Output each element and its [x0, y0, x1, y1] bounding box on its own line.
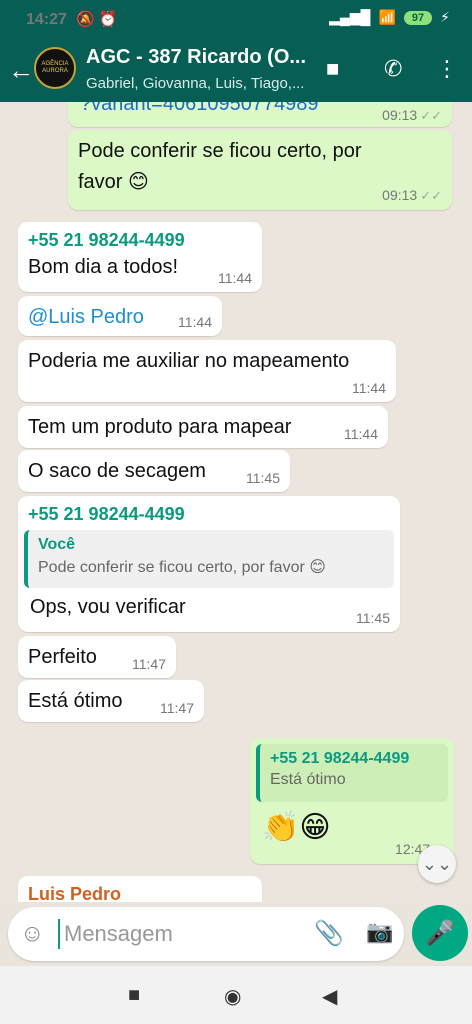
read-ticks-icon: ✓✓: [420, 108, 442, 123]
message-bubble[interactable]: +55 21 98244-4499 Bom dia a todos! 11:44: [18, 222, 262, 292]
quoted-sender: Você: [38, 536, 76, 553]
message-time: 09:13 ✓✓: [382, 187, 442, 203]
status-bar: 14:27 🔕 ⏰ ▂▄▆█ 📶 97 ⚡: [0, 0, 472, 40]
emoji-message: 👏😁: [262, 811, 331, 844]
status-right-icons: ▂▄▆█ 📶 97 ⚡: [329, 9, 450, 26]
signal-icon: ▂▄▆█: [329, 9, 371, 25]
message-text: O saco de secagem: [28, 460, 206, 482]
message-bubble[interactable]: Pode conferir se ficou certo, por favor …: [68, 130, 452, 210]
chevron-down-icon: ⌄⌄: [421, 853, 453, 874]
message-time: 11:45: [356, 610, 390, 626]
message-time: 11:44: [352, 380, 386, 396]
camera-icon[interactable]: 📷: [366, 919, 393, 945]
message-bubble[interactable]: ?variant=40610950774989 09:13 ✓✓: [68, 102, 452, 127]
battery-icon: 97: [403, 10, 433, 25]
avatar-logo-text: AGÊNCIA AURORA: [41, 61, 69, 74]
message-input[interactable]: [58, 919, 298, 949]
attach-icon[interactable]: 📎: [314, 919, 344, 948]
scroll-to-bottom-button[interactable]: ⌄⌄: [418, 845, 456, 883]
sender-name[interactable]: +55 21 98244-4499: [28, 228, 252, 252]
group-avatar[interactable]: AGÊNCIA AURORA: [34, 47, 76, 89]
message-bubble[interactable]: O saco de secagem 11:45: [18, 450, 290, 492]
chat-participants[interactable]: Gabriel, Giovanna, Luis, Tiago,...: [86, 75, 304, 92]
message-composer: ☺ 📎 📷: [8, 907, 404, 961]
sender-name[interactable]: Luis Pedro: [28, 882, 252, 902]
back-button[interactable]: ◀: [322, 984, 337, 1009]
sender-name[interactable]: +55 21 98244-4499: [28, 502, 390, 526]
message-time: 09:13 ✓✓: [382, 107, 442, 123]
message-time: 11:44: [344, 426, 378, 442]
quoted-text: Pode conferir se ficou certo, por favor …: [38, 559, 326, 576]
message-text: Poderia me auxiliar no mapeamento: [28, 350, 350, 372]
message-text: Tem um produto para mapear: [28, 416, 292, 438]
video-call-icon[interactable]: ■: [326, 56, 339, 82]
home-button[interactable]: ◉: [224, 984, 241, 1009]
emoji-icon[interactable]: ☺: [20, 920, 45, 948]
message-time: 11:44: [178, 314, 212, 330]
message-bubble[interactable]: Tem um produto para mapear 11:44: [18, 406, 388, 448]
message-time: 11:47: [132, 656, 166, 672]
message-text: Pode conferir se ficou certo, por favor …: [78, 140, 362, 193]
message-time: 11:45: [246, 470, 280, 486]
message-time: 11:44: [218, 270, 252, 286]
message-time: 11:47: [160, 700, 194, 716]
system-nav-bar: ■ ◉ ◀: [0, 966, 472, 1024]
microphone-icon: 🎤: [425, 919, 455, 947]
message-bubble[interactable]: Poderia me auxiliar no mapeamento 11:44: [18, 340, 396, 402]
recents-button[interactable]: ■: [128, 984, 140, 1007]
quoted-message[interactable]: Você Pode conferir se ficou certo, por f…: [24, 530, 394, 588]
message-bubble[interactable]: Está ótimo 11:47: [18, 680, 204, 722]
back-arrow-icon[interactable]: ←: [8, 55, 34, 86]
message-text: Ops, vou verificar: [30, 596, 186, 618]
app-header: 14:27 🔕 ⏰ ▂▄▆█ 📶 97 ⚡ ← AGÊNCIA AURORA A…: [0, 0, 472, 102]
chat-title[interactable]: AGC - 387 Ricardo (O...: [86, 46, 306, 69]
message-bubble[interactable]: @Luis Pedro 11:44: [18, 296, 222, 336]
chat-area[interactable]: ?variant=40610950774989 09:13 ✓✓ Pode con…: [0, 102, 472, 902]
mic-button[interactable]: 🎤: [412, 905, 468, 961]
quoted-message[interactable]: +55 21 98244-4499 Está ótimo: [256, 744, 448, 802]
message-bubble[interactable]: +55 21 98244-4499 Está ótimo 👏😁 12:47✓: [250, 738, 454, 864]
notification-icons: 🔕 ⏰: [76, 11, 118, 28]
voice-call-icon[interactable]: ✆: [384, 56, 402, 82]
quoted-text: Está ótimo: [270, 771, 346, 788]
message-bubble[interactable]: Luis Pedro: [18, 876, 262, 902]
message-bubble[interactable]: Perfeito 11:47: [18, 636, 176, 678]
quoted-sender: +55 21 98244-4499: [270, 750, 410, 767]
message-link[interactable]: ?variant=40610950774989: [80, 102, 319, 116]
message-bubble[interactable]: +55 21 98244-4499 Você Pode conferir se …: [18, 496, 400, 632]
charging-icon: ⚡: [440, 9, 450, 25]
wifi-icon: 📶: [378, 9, 396, 25]
read-ticks-icon: ✓✓: [420, 188, 442, 203]
menu-icon[interactable]: ⋮: [436, 56, 458, 82]
